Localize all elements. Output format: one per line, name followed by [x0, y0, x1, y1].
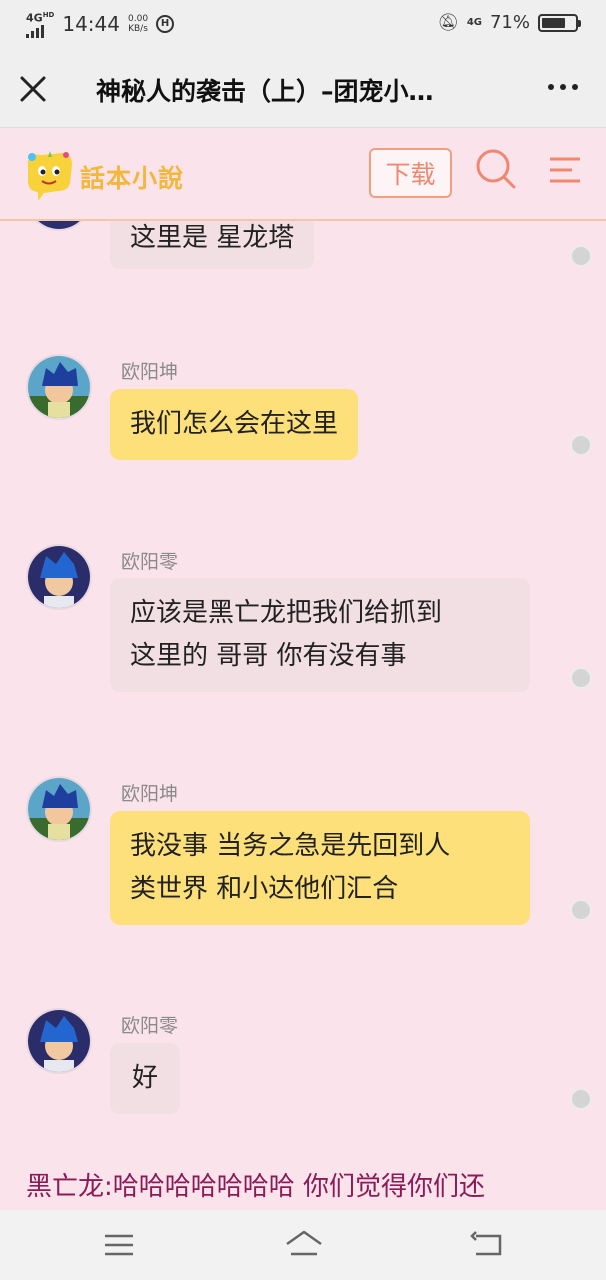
message-bubble: 应该是黑亡龙把我们给抓到 这里的 哥哥 你有没有事 [110, 578, 530, 692]
avatar [26, 1008, 92, 1074]
sender-name: 欧阳零 [121, 551, 179, 573]
nav-back-button[interactable] [470, 1228, 504, 1262]
status-dot [570, 667, 592, 689]
ouyangkun-avatar [28, 356, 90, 418]
avatar [26, 354, 92, 420]
nav-home-icon [286, 1230, 322, 1256]
menu-button[interactable] [548, 153, 582, 187]
network-speed: 0.00 KB/s [128, 13, 149, 34]
ouyanglin-avatar [28, 546, 90, 608]
close-icon [20, 76, 46, 102]
page-title: 神秘人的袭击（上）–团宠小… [96, 77, 434, 106]
status-dot [570, 434, 592, 456]
status-dot [570, 245, 592, 267]
avatar [26, 776, 92, 842]
search-button[interactable] [474, 147, 518, 191]
sender-name: 欧阳坤 [121, 361, 179, 383]
menu-icon [550, 157, 580, 183]
message-bubble: 我没事 当务之急是先回到人 类世界 和小达他们汇合 [110, 811, 530, 925]
logo-text: 話本小說 [80, 164, 185, 193]
message-bubble: 我们怎么会在这里 [110, 389, 359, 460]
more-button[interactable] [548, 84, 578, 90]
status-dot [570, 1088, 592, 1110]
nav-menu-button[interactable] [102, 1228, 136, 1262]
battery-icon [538, 13, 581, 32]
narration-text: 黑亡龙:哈哈哈哈哈哈哈 你们觉得你们还 [26, 1172, 486, 1202]
nav-menu-icon [105, 1234, 133, 1256]
hd-circle-icon: H [156, 14, 175, 33]
battery-percent: 71% [489, 12, 530, 33]
mobile-data-indicator: 4G [466, 16, 482, 28]
avatar [26, 221, 92, 231]
sender-name: 欧阳坤 [121, 783, 179, 805]
sender-name: 欧阳零 [121, 1015, 179, 1037]
chat-area[interactable]: 这里是 星龙塔 欧阳坤 我们怎么会在这里 欧阳零 应该是黑亡龙把我们给抓到 这里… [0, 221, 606, 1210]
status-dot [570, 899, 592, 921]
search-icon [476, 149, 516, 189]
message-bubble: 这里是 星龙塔 [110, 221, 315, 269]
more-icon [548, 84, 554, 90]
logo[interactable]: 話本小說 [22, 147, 212, 203]
navigation-bar [0, 1210, 606, 1280]
signal-indicator: 4GHD [26, 10, 54, 38]
notification-muted-icon: 🔕︎ [437, 12, 459, 33]
message-bubble: 好 [110, 1043, 180, 1114]
close-button[interactable] [16, 72, 50, 106]
ouyangkun-avatar [28, 778, 90, 840]
app-header: 話本小說 下载 [0, 129, 606, 221]
signal-bars-icon [26, 24, 54, 38]
status-bar: 4GHD 14:44 0.00 KB/s H 🔕︎ 4G 71% [0, 0, 606, 48]
clock: 14:44 [62, 11, 120, 36]
nav-back-icon [470, 1231, 502, 1256]
download-button[interactable]: 下载 [369, 148, 452, 198]
avatar [26, 544, 92, 610]
title-bar: 神秘人的袭击（上）–团宠小… [0, 48, 606, 128]
mascot-logo-icon [28, 151, 72, 201]
ouyanglin-avatar [28, 1010, 90, 1072]
nav-home-button[interactable] [284, 1228, 324, 1262]
